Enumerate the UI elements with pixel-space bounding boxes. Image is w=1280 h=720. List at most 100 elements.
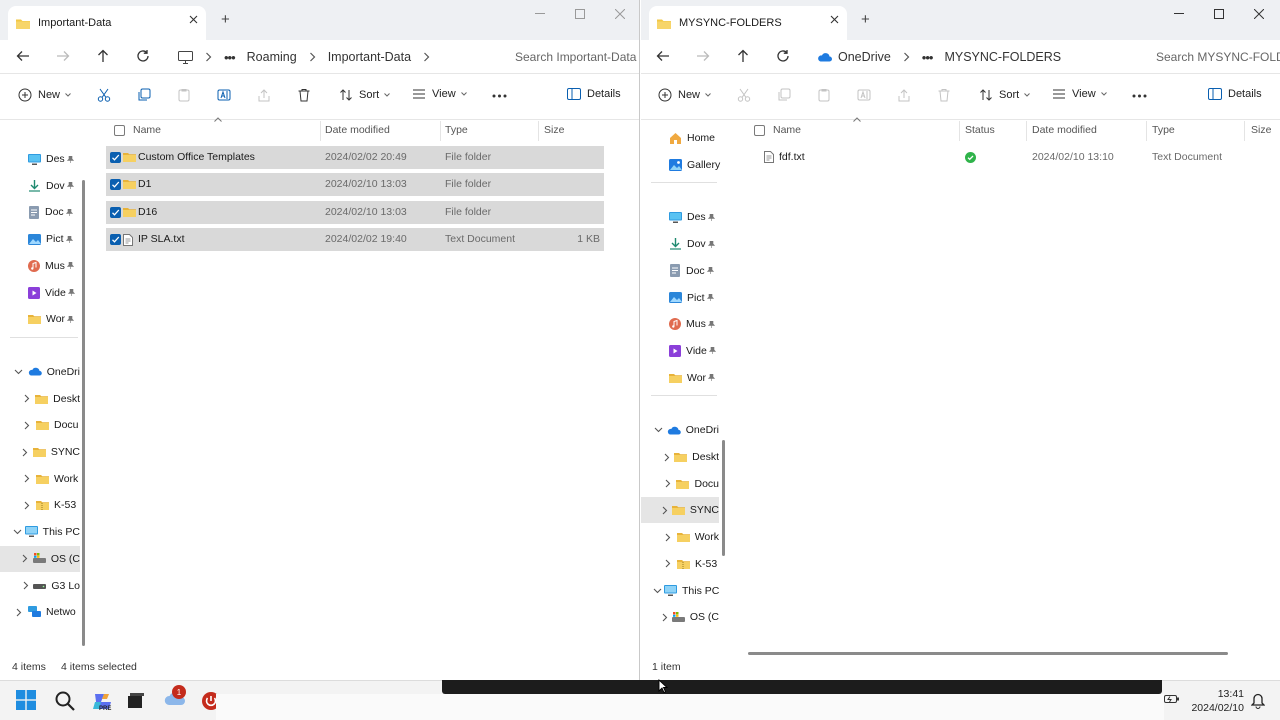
nav-item-os-c[interactable]: OS (C	[641, 604, 719, 630]
column-header-size[interactable]: Size	[544, 124, 564, 136]
back-arrow-icon[interactable]	[16, 49, 30, 63]
chevron-right-icon[interactable]	[20, 501, 34, 510]
chevron-right-icon[interactable]	[20, 394, 33, 403]
nav-item-k-53[interactable]: K-53	[0, 492, 80, 518]
battery-icon[interactable]	[1164, 693, 1180, 705]
power-app-icon[interactable]	[201, 691, 217, 711]
copy-icon[interactable]	[777, 88, 791, 102]
chevron-right-icon[interactable]	[661, 479, 674, 488]
up-arrow-icon[interactable]	[96, 49, 110, 63]
chevron-down-icon[interactable]	[653, 427, 665, 433]
file-row[interactable]: fdf.txt 2024/02/10 13:10 Text Document	[747, 146, 1280, 169]
app-window-icon[interactable]	[128, 693, 144, 709]
breadcrumb-item[interactable]: Important-Data	[328, 50, 411, 64]
close-window-icon[interactable]	[1239, 6, 1279, 22]
view-button[interactable]: View	[1052, 88, 1107, 100]
chevron-down-icon[interactable]	[653, 588, 662, 594]
nav-item-deskt[interactable]: Deskt	[0, 386, 80, 412]
nav-item-os-c[interactable]: OS (C	[0, 545, 80, 572]
column-separator[interactable]	[440, 121, 441, 141]
nav-item-sync[interactable]: SYNC	[0, 439, 80, 465]
minimize-icon[interactable]	[520, 6, 560, 22]
nav-item-dov[interactable]: Dov	[641, 231, 719, 257]
breadcrumb-item[interactable]: Roaming	[247, 50, 297, 64]
chevron-right-icon[interactable]	[661, 453, 672, 462]
file-row[interactable]: Custom Office Templates 2024/02/02 20:49 F…	[106, 146, 604, 169]
chevron-right-icon[interactable]	[12, 608, 26, 617]
column-header-date[interactable]: Date modified	[1032, 124, 1097, 136]
nav-item-mus[interactable]: Mus	[641, 311, 719, 337]
nav-item-docu[interactable]: Docu	[641, 471, 719, 497]
column-separator[interactable]	[959, 121, 960, 141]
delete-icon[interactable]	[297, 88, 311, 102]
row-checkbox[interactable]	[110, 152, 121, 163]
chevron-right-icon[interactable]	[20, 554, 31, 563]
horizontal-scrollbar[interactable]	[748, 652, 1228, 655]
chevron-right-icon[interactable]	[661, 613, 670, 622]
column-header-size[interactable]: Size	[1251, 124, 1271, 136]
nav-item-vide[interactable]: Vide	[641, 338, 719, 364]
new-button[interactable]: New	[18, 88, 71, 102]
close-tab-icon[interactable]	[830, 15, 839, 24]
details-button[interactable]: Details	[567, 88, 621, 100]
breadcrumb-item[interactable]: MYSYNC-FOLDERS	[944, 50, 1061, 64]
more-crumbs-icon[interactable]: •••	[224, 50, 236, 65]
nav-item-gallery[interactable]: Gallery	[641, 152, 720, 178]
onedrive-cloud-icon[interactable]	[817, 52, 832, 62]
new-tab-button[interactable]: +	[221, 12, 230, 27]
forward-arrow-icon[interactable]	[696, 49, 710, 63]
column-separator[interactable]	[320, 121, 321, 141]
row-checkbox[interactable]	[110, 206, 121, 218]
rename-icon[interactable]	[217, 88, 231, 102]
nav-item-pict[interactable]: Pict	[641, 285, 719, 311]
file-row[interactable]: D1 2024/02/10 13:03 File folder	[106, 173, 604, 197]
paste-icon[interactable]	[817, 88, 831, 102]
chevron-right-icon[interactable]	[20, 448, 31, 457]
nav-item-work[interactable]: Work	[641, 524, 719, 550]
chevron-down-icon[interactable]	[12, 529, 23, 535]
minimize-icon[interactable]	[1159, 6, 1199, 22]
column-header-date[interactable]: Date modified	[325, 124, 390, 136]
monitor-icon[interactable]	[178, 50, 193, 64]
cut-icon[interactable]	[97, 88, 111, 102]
nav-item-this-pc[interactable]: This PC	[641, 578, 719, 604]
view-button[interactable]: View	[412, 88, 467, 100]
nav-item-netwo[interactable]: Netwo	[0, 599, 80, 625]
nav-item-home[interactable]: Home	[641, 125, 719, 151]
column-header-name[interactable]: Name	[133, 124, 161, 136]
column-separator[interactable]	[1244, 121, 1245, 141]
column-header-name[interactable]: Name	[773, 124, 801, 136]
nav-item-deskt[interactable]: Deskt	[641, 444, 719, 470]
more-options-icon[interactable]	[1132, 94, 1147, 98]
nav-item-g3-lo[interactable]: G3 Lo	[0, 573, 80, 599]
close-window-icon[interactable]	[600, 6, 639, 22]
refresh-icon[interactable]	[776, 49, 790, 63]
search-input[interactable]: Search MYSYNC-FOLDERS	[1146, 45, 1280, 69]
row-checkbox[interactable]	[110, 233, 121, 245]
cut-icon[interactable]	[737, 88, 751, 102]
row-checkbox[interactable]	[110, 179, 121, 191]
delete-icon[interactable]	[937, 88, 951, 102]
forward-arrow-icon[interactable]	[56, 49, 70, 63]
chevron-down-icon[interactable]	[12, 369, 26, 375]
column-header-type[interactable]: Type	[445, 124, 468, 136]
maximize-icon[interactable]	[560, 6, 600, 22]
windows-start-icon[interactable]	[16, 690, 36, 710]
tab-important-data[interactable]: Important-Data	[8, 6, 206, 40]
notification-bell-icon[interactable]	[1251, 693, 1265, 709]
nav-item-pict[interactable]: Pict	[0, 226, 80, 252]
system-clock[interactable]: 13:41 2024/02/10	[1191, 687, 1244, 715]
more-options-icon[interactable]	[492, 94, 507, 98]
up-arrow-icon[interactable]	[736, 49, 750, 63]
breadcrumb-item[interactable]: OneDrive	[838, 50, 891, 64]
nav-item-doc[interactable]: Doc	[641, 258, 719, 284]
new-tab-button[interactable]: +	[861, 12, 870, 27]
nav-item-onedri[interactable]: OneDri	[0, 359, 80, 385]
chevron-right-icon[interactable]	[20, 474, 34, 483]
nav-scrollbar[interactable]	[722, 440, 725, 556]
more-crumbs-icon[interactable]: •••	[922, 50, 934, 65]
nav-item-des[interactable]: Des	[641, 204, 719, 230]
share-icon[interactable]	[897, 88, 911, 102]
copy-icon[interactable]	[137, 88, 151, 102]
sort-button[interactable]: Sort	[979, 88, 1031, 102]
